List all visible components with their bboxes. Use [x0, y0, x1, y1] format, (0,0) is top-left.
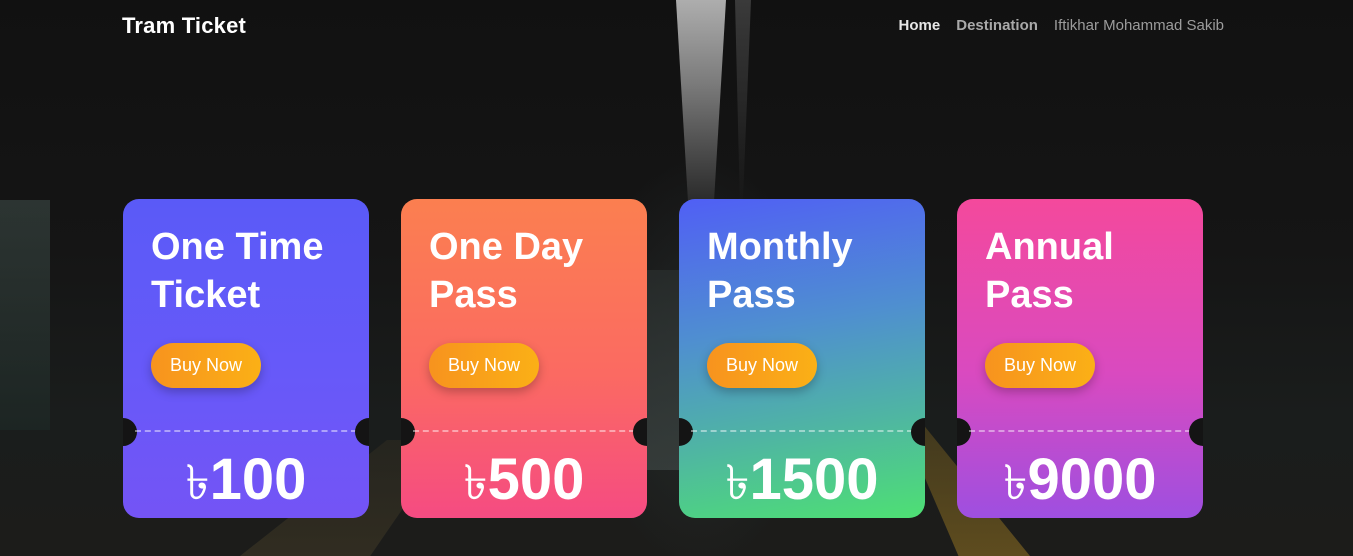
ticket-notch-left	[679, 418, 693, 446]
currency-symbol: ৳	[185, 457, 210, 510]
left-wall	[0, 200, 50, 430]
ticket-perforation	[691, 430, 913, 432]
ticket-notch-left	[401, 418, 415, 446]
nav-links: Home Destination Iftikhar Mohammad Sakib	[899, 17, 1224, 34]
nav-user-name[interactable]: Iftikhar Mohammad Sakib	[1054, 17, 1224, 34]
buy-now-button[interactable]: Buy Now	[151, 343, 261, 388]
ticket-perforation	[135, 430, 357, 432]
ticket-price: ৳500	[401, 445, 647, 515]
ticket-price: ৳100	[123, 445, 369, 515]
price-value: 9000	[1027, 447, 1157, 512]
currency-symbol: ৳	[1003, 457, 1028, 510]
buy-now-button[interactable]: Buy Now	[985, 343, 1095, 388]
brand-logo[interactable]: Tram Ticket	[122, 13, 246, 39]
ticket-notch-right	[355, 418, 369, 446]
ticket-title: Annual Pass	[985, 226, 1114, 316]
buy-now-button[interactable]: Buy Now	[429, 343, 539, 388]
price-value: 500	[487, 447, 585, 512]
ticket-title: One Time Ticket	[151, 226, 324, 316]
ticket-card-monthly: Monthly Pass Buy Now ৳1500	[679, 199, 925, 518]
ticket-notch-right	[633, 418, 647, 446]
currency-symbol: ৳	[463, 457, 488, 510]
nav-link-destination[interactable]: Destination	[956, 17, 1038, 34]
ticket-perforation	[969, 430, 1191, 432]
ticket-notch-left	[123, 418, 137, 446]
price-value: 100	[209, 447, 307, 512]
ticket-price: ৳9000	[957, 445, 1203, 515]
ticket-card-annual: Annual Pass Buy Now ৳9000	[957, 199, 1203, 518]
ticket-notch-right	[911, 418, 925, 446]
ticket-card-one-time: One Time Ticket Buy Now ৳100	[123, 199, 369, 518]
buy-now-button[interactable]: Buy Now	[707, 343, 817, 388]
price-value: 1500	[749, 447, 879, 512]
nav-link-home[interactable]: Home	[899, 17, 941, 34]
ticket-card-one-day: One Day Pass Buy Now ৳500	[401, 199, 647, 518]
navbar: Tram Ticket Home Destination Iftikhar Mo…	[0, 0, 1353, 56]
ticket-notch-left	[957, 418, 971, 446]
ticket-perforation	[413, 430, 635, 432]
currency-symbol: ৳	[725, 457, 750, 510]
ticket-notch-right	[1189, 418, 1203, 446]
ticket-cards: One Time Ticket Buy Now ৳100 One Day Pas…	[123, 199, 1203, 518]
ticket-price: ৳1500	[679, 445, 925, 515]
ticket-title: Monthly Pass	[707, 226, 853, 316]
ticket-title: One Day Pass	[429, 226, 584, 316]
